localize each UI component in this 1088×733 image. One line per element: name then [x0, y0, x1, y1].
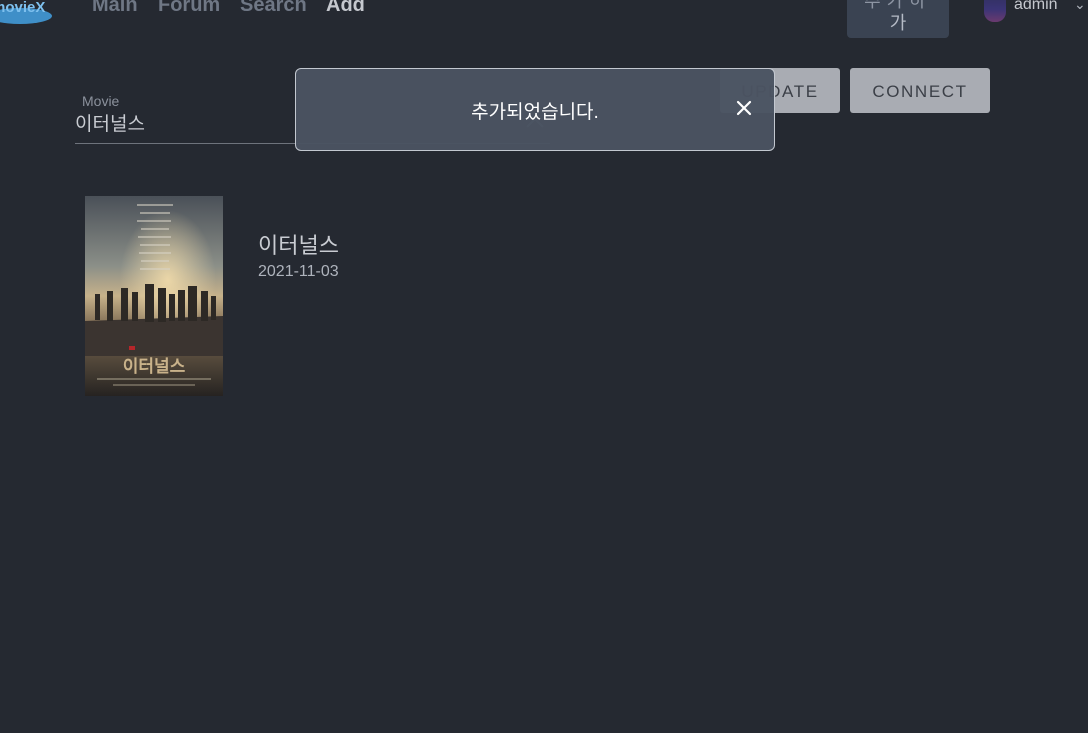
add-movie-page: movieX Main Forum Search Add 추가하 가 admin… — [0, 0, 1088, 733]
nav-main[interactable]: Main — [92, 0, 138, 17]
close-icon[interactable] — [733, 97, 755, 119]
user-name[interactable]: admin — [1014, 0, 1058, 14]
nav-search[interactable]: Search — [240, 0, 307, 17]
movie-field-label: Movie — [82, 93, 120, 109]
nav-forum[interactable]: Forum — [158, 0, 220, 17]
toast-message: 추가되었습니다. — [471, 102, 599, 123]
avatar[interactable] — [984, 0, 1006, 22]
movie-title[interactable]: 이터널스 — [258, 228, 339, 260]
moviex-logo[interactable]: movieX — [0, 0, 56, 24]
poster-title: 이터널스 — [123, 357, 186, 376]
add-movie-button[interactable]: 추가하 가 — [847, 0, 949, 38]
success-toast: 추가되었습니다. — [295, 68, 775, 151]
movie-poster[interactable]: 이터널스 — [85, 196, 223, 396]
add-button-line1: 추가하 — [864, 0, 932, 11]
connect-button[interactable]: CONNECT — [850, 68, 990, 113]
movie-release-date: 2021-11-03 — [258, 263, 339, 280]
nav-add[interactable]: Add — [326, 0, 365, 17]
chevron-down-icon[interactable]: ⌄ — [1074, 0, 1086, 13]
logo-text: movieX — [0, 0, 45, 16]
add-button-line2: 가 — [889, 13, 907, 33]
